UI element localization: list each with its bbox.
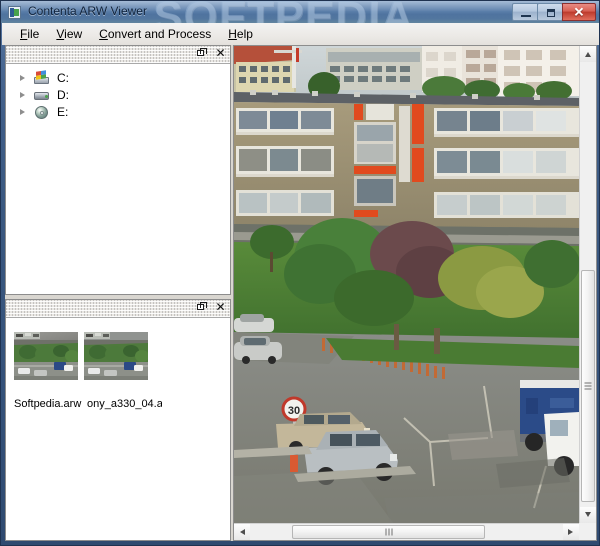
scroll-grip-icon	[385, 528, 392, 536]
maximize-icon	[547, 9, 555, 17]
tree-item-label: D:	[57, 87, 69, 102]
scroll-grip-icon	[584, 382, 592, 390]
thumbnail-label: Softpedia.arw	[14, 398, 82, 410]
close-icon[interactable]: ✕	[214, 47, 227, 60]
scroll-left-icon[interactable]	[234, 524, 250, 540]
tree-item-c[interactable]: C:	[6, 69, 230, 86]
window-title: Contenta ARW Viewer	[28, 4, 147, 18]
minimize-button[interactable]	[512, 3, 538, 21]
hard-drive-icon	[33, 88, 51, 102]
vertical-scroll-thumb[interactable]	[581, 270, 595, 502]
photo-image: 30	[234, 46, 579, 523]
chevron-right-icon[interactable]	[17, 106, 29, 118]
thumbnail-row	[14, 332, 230, 380]
image-viewer: 30	[233, 45, 597, 541]
thumbnail-image	[84, 332, 148, 380]
menu-bar: File View Convert and Process Help	[2, 23, 599, 45]
window-controls: ✕	[512, 3, 596, 21]
maximize-button[interactable]	[537, 3, 563, 21]
thumbnail-list: Softpedia.arw ony_a330_04.ar	[6, 318, 230, 412]
menu-help[interactable]: Help	[220, 25, 262, 43]
menu-convert-and-process[interactable]: Convert and Process	[91, 25, 220, 43]
chevron-right-icon[interactable]	[17, 72, 29, 84]
thumbnail-labels: Softpedia.arw ony_a330_04.ar	[14, 398, 162, 412]
thumbnail-panel-header: ✕	[6, 300, 230, 318]
cd-drive-icon	[33, 105, 51, 119]
client-area: ✕ C: D: E: ✕ Softpedia.arw ony_a330_04.a…	[5, 45, 597, 541]
svg-text:30: 30	[288, 405, 300, 417]
image-canvas[interactable]: 30	[234, 46, 579, 523]
thumbnail-item[interactable]	[84, 332, 148, 380]
folder-tree-panel: ✕ C: D: E:	[5, 45, 231, 295]
thumbnail-panel-body[interactable]: Softpedia.arw ony_a330_04.ar	[6, 318, 230, 540]
close-button[interactable]: ✕	[562, 3, 596, 21]
hard-drive-windows-icon	[33, 69, 51, 85]
chevron-right-icon[interactable]	[17, 89, 29, 101]
thumbnail-label: ony_a330_04.ar	[87, 398, 162, 410]
menu-file[interactable]: File	[12, 25, 48, 43]
horizontal-scroll-thumb[interactable]	[292, 525, 485, 539]
title-bar[interactable]: SOFTPEDIA Contenta ARW Viewer ✕	[1, 1, 599, 23]
menu-view[interactable]: View	[48, 25, 91, 43]
scroll-down-icon[interactable]	[580, 507, 596, 523]
thumbnail-panel-buttons: ✕	[195, 301, 227, 314]
scroll-right-icon[interactable]	[563, 524, 579, 540]
vertical-scrollbar[interactable]	[579, 46, 596, 523]
float-icon[interactable]	[195, 301, 208, 314]
close-icon: ✕	[573, 4, 585, 20]
menu-items: File View Convert and Process Help	[12, 23, 262, 45]
horizontal-scrollbar[interactable]	[234, 523, 579, 540]
thumbnail-item[interactable]	[14, 332, 78, 380]
folder-tree-body[interactable]: C: D: E:	[6, 64, 230, 294]
drive-tree: C: D: E:	[6, 64, 230, 120]
minimize-icon	[521, 15, 531, 17]
float-icon[interactable]	[195, 47, 208, 60]
folder-tree-panel-buttons: ✕	[195, 47, 227, 60]
tree-item-label: E:	[57, 104, 69, 119]
app-icon	[8, 6, 21, 19]
thumbnail-panel: ✕ Softpedia.arw ony_a330_04.ar	[5, 299, 231, 541]
scroll-up-icon[interactable]	[580, 46, 596, 62]
tree-item-label: C:	[57, 70, 69, 85]
thumbnail-image	[14, 332, 78, 380]
tree-item-e[interactable]: E:	[6, 103, 230, 120]
scrollbar-corner	[579, 523, 596, 540]
application-window: SOFTPEDIA Contenta ARW Viewer ✕ SOFTPEDI…	[0, 0, 600, 546]
close-icon[interactable]: ✕	[214, 301, 227, 314]
window-frame: SOFTPEDIA Contenta ARW Viewer ✕ SOFTPEDI…	[0, 0, 600, 546]
left-column: ✕ C: D: E: ✕ Softpedia.arw ony_a330_04.a…	[5, 45, 231, 541]
folder-tree-panel-header: ✕	[6, 46, 230, 64]
tree-item-d[interactable]: D:	[6, 86, 230, 103]
